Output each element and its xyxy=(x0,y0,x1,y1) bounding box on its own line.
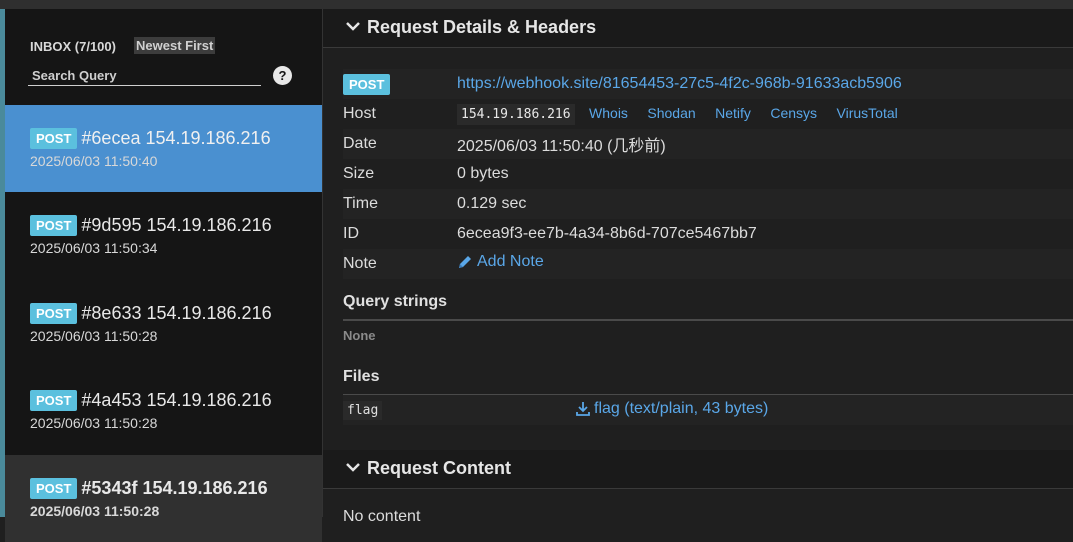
section-title: Request Details & Headers xyxy=(367,17,597,37)
top-bar xyxy=(0,0,1073,9)
download-icon xyxy=(576,402,590,416)
method-cell: POST xyxy=(343,69,457,99)
add-note-button[interactable]: Add Note xyxy=(457,253,544,271)
host-cell: 154.19.186.216 Whois Shodan Netify Censy… xyxy=(457,99,1073,129)
detail-key: Date xyxy=(343,129,457,159)
file-download-label: flag (text/plain, 43 bytes) xyxy=(594,400,769,417)
query-strings-title: Query strings xyxy=(343,293,448,310)
file-row: flag flag (text/plain, 43 bytes) xyxy=(343,395,1073,425)
detail-key: Host xyxy=(343,105,376,122)
method-badge: POST xyxy=(30,127,78,149)
request-list-item[interactable]: POST #4a453 154.19.186.216 2025/06/03 11… xyxy=(5,367,322,454)
search-query-input[interactable] xyxy=(28,65,261,86)
censys-link[interactable]: Censys xyxy=(770,105,817,121)
netify-link[interactable]: Netify xyxy=(715,105,751,121)
request-time: 2025/06/03 11:50:34 xyxy=(30,240,158,256)
detail-row-time: Time 0.129 sec xyxy=(343,189,1073,219)
chevron-down-icon xyxy=(346,463,360,472)
request-title: #9d595 154.19.186.216 xyxy=(81,214,272,235)
file-name: flag xyxy=(343,401,383,420)
request-title: #4a453 154.19.186.216 xyxy=(81,389,272,410)
request-title: #6ecea 154.19.186.216 xyxy=(81,127,271,148)
note-cell: Add Note xyxy=(457,249,1073,279)
detail-key: Size xyxy=(343,165,375,182)
detail-key: Note xyxy=(343,249,457,279)
sort-order-toggle[interactable]: Newest First xyxy=(134,37,216,54)
method-badge: POST xyxy=(30,389,78,411)
help-icon[interactable]: ? xyxy=(273,66,292,85)
request-details-table: POST https://webhook.site/81654453-27c5-… xyxy=(343,69,1073,279)
detail-value: 6ecea9f3-ee7b-4a34-8b6d-707ce5467bb7 xyxy=(457,225,757,242)
method-badge: POST xyxy=(30,302,78,324)
main-panel: Request Details & Headers POST https://w… xyxy=(322,9,1073,525)
detail-key: Time xyxy=(343,189,457,219)
detail-value: 0.129 sec xyxy=(457,189,1073,219)
host-ip: 154.19.186.216 xyxy=(457,104,575,125)
request-list-item[interactable]: POST #6ecea 154.19.186.216 2025/06/03 11… xyxy=(5,105,322,192)
url-cell: https://webhook.site/81654453-27c5-4f2c-… xyxy=(457,69,1073,99)
detail-row-date: Date 2025/06/03 11:50:40 (几秒前) xyxy=(343,129,1073,159)
request-title: #8e633 154.19.186.216 xyxy=(81,302,272,323)
request-content-header[interactable]: Request Content xyxy=(323,450,1073,489)
request-list-item[interactable]: POST #9d595 154.19.186.216 2025/06/03 11… xyxy=(5,192,322,279)
inbox-count-label: INBOX (7/100) xyxy=(30,39,116,54)
detail-value: 2025/06/03 11:50:40 (几秒前) xyxy=(457,129,1073,159)
request-details-header[interactable]: Request Details & Headers xyxy=(323,9,1073,48)
files-title: Files xyxy=(343,368,380,385)
request-title: #5343f 154.19.186.216 xyxy=(81,477,268,498)
divider xyxy=(343,319,1073,321)
method-badge: POST xyxy=(30,477,78,499)
request-url-link[interactable]: https://webhook.site/81654453-27c5-4f2c-… xyxy=(457,75,902,92)
request-list-item[interactable]: POST #5343f 154.19.186.216 2025/06/03 11… xyxy=(5,455,322,542)
detail-row-host: Host 154.19.186.216 Whois Shodan Netify … xyxy=(343,99,1073,129)
section-title: Request Content xyxy=(367,458,511,478)
detail-row-id: ID 6ecea9f3-ee7b-4a34-8b6d-707ce5467bb7 xyxy=(343,219,1073,249)
file-download-link[interactable]: flag (text/plain, 43 bytes) xyxy=(575,400,768,418)
virustotal-link[interactable]: VirusTotal xyxy=(837,105,898,121)
request-time: 2025/06/03 11:50:40 xyxy=(30,153,158,169)
shodan-link[interactable]: Shodan xyxy=(647,105,695,121)
query-strings-none: None xyxy=(343,328,376,343)
sidebar-header: INBOX (7/100) Newest First ? xyxy=(5,9,322,105)
pencil-icon xyxy=(459,256,471,268)
request-list-item[interactable]: POST #8e633 154.19.186.216 2025/06/03 11… xyxy=(5,280,322,367)
chevron-down-icon xyxy=(346,22,360,31)
no-content-text: No content xyxy=(343,508,421,525)
detail-row-note: Note Add Note xyxy=(343,249,1073,279)
detail-row-url: POST https://webhook.site/81654453-27c5-… xyxy=(343,69,1073,99)
method-badge: POST xyxy=(343,73,391,95)
request-time: 2025/06/03 11:50:28 xyxy=(30,415,158,431)
detail-key: ID xyxy=(343,225,359,242)
request-time: 2025/06/03 11:50:28 xyxy=(30,328,158,344)
add-note-label: Add Note xyxy=(477,253,544,270)
detail-value: 0 bytes xyxy=(457,165,509,182)
sidebar: INBOX (7/100) Newest First ? POST #6ecea… xyxy=(5,9,322,542)
whois-link[interactable]: Whois xyxy=(589,105,628,121)
detail-row-size: Size 0 bytes xyxy=(343,159,1073,189)
method-badge: POST xyxy=(30,214,78,236)
